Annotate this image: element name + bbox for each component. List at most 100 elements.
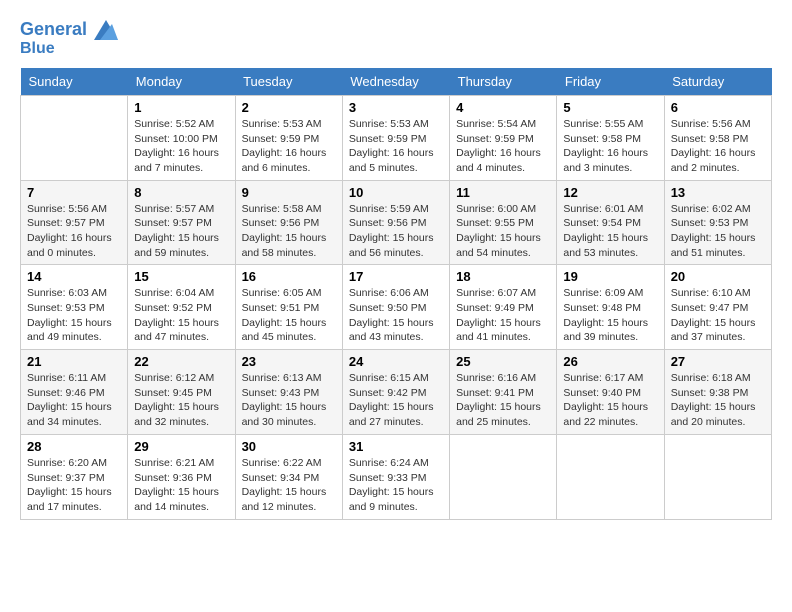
logo-blue: Blue: [20, 40, 118, 58]
calendar-cell: 27Sunrise: 6:18 AM Sunset: 9:38 PM Dayli…: [664, 350, 771, 435]
calendar-cell: 2 Sunrise: 5:53 AM Sunset: 9:59 PM Daylig…: [235, 95, 342, 180]
header-wednesday: Wednesday: [342, 68, 449, 96]
header-friday: Friday: [557, 68, 664, 96]
header-row: SundayMondayTuesdayWednesdayThursdayFrid…: [21, 68, 772, 96]
day-info: Sunrise: 6:17 AM Sunset: 9:40 PM Dayligh…: [563, 371, 657, 430]
day-info: Sunrise: 5:52 AM Sunset: 10:00 PM Daylig…: [134, 117, 228, 176]
day-number: 4: [456, 100, 550, 115]
day-number: 12: [563, 185, 657, 200]
day-number: 8: [134, 185, 228, 200]
calendar-cell: 15Sunrise: 6:04 AM Sunset: 9:52 PM Dayli…: [128, 265, 235, 350]
day-number: 14: [27, 269, 121, 284]
day-number: 9: [242, 185, 336, 200]
calendar-cell: 11 Sunrise: 6:00 AM Sunset: 9:55 PM Dayli…: [450, 180, 557, 265]
day-number: 28: [27, 439, 121, 454]
calendar-cell: 9 Sunrise: 5:58 AM Sunset: 9:56 PM Daylig…: [235, 180, 342, 265]
day-number: 19: [563, 269, 657, 284]
day-number: 31: [349, 439, 443, 454]
day-info: Sunrise: 6:15 AM Sunset: 9:42 PM Dayligh…: [349, 371, 443, 430]
day-info: Sunrise: 6:12 AM Sunset: 9:45 PM Dayligh…: [134, 371, 228, 430]
day-info: Sunrise: 6:16 AM Sunset: 9:41 PM Dayligh…: [456, 371, 550, 430]
calendar-cell: 31Sunrise: 6:24 AM Sunset: 9:33 PM Dayli…: [342, 434, 449, 519]
day-info: Sunrise: 5:55 AM Sunset: 9:58 PM Dayligh…: [563, 117, 657, 176]
calendar-cell: 26 Sunrise: 6:17 AM Sunset: 9:40 PM Dayli…: [557, 350, 664, 435]
day-info: Sunrise: 5:56 AM Sunset: 9:57 PM Dayligh…: [27, 202, 121, 261]
calendar-cell: [664, 434, 771, 519]
day-number: 7: [27, 185, 121, 200]
day-number: 21: [27, 354, 121, 369]
header-thursday: Thursday: [450, 68, 557, 96]
day-number: 5: [563, 100, 657, 115]
calendar-cell: 20 Sunrise: 6:10 AM Sunset: 9:47 PM Dayli…: [664, 265, 771, 350]
calendar-cell: 3 Sunrise: 5:53 AM Sunset: 9:59 PM Daylig…: [342, 95, 449, 180]
calendar-cell: 18Sunrise: 6:07 AM Sunset: 9:49 PM Dayli…: [450, 265, 557, 350]
day-number: 3: [349, 100, 443, 115]
calendar-table: SundayMondayTuesdayWednesdayThursdayFrid…: [20, 68, 772, 520]
header-sunday: Sunday: [21, 68, 128, 96]
week-row-1: 1 Sunrise: 5:52 AM Sunset: 10:00 PM Dayli…: [21, 95, 772, 180]
calendar-cell: 6 Sunrise: 5:56 AM Sunset: 9:58 PM Daylig…: [664, 95, 771, 180]
week-row-3: 14 Sunrise: 6:03 AM Sunset: 9:53 PM Dayli…: [21, 265, 772, 350]
day-number: 13: [671, 185, 765, 200]
day-info: Sunrise: 6:10 AM Sunset: 9:47 PM Dayligh…: [671, 286, 765, 345]
calendar-cell: 8 Sunrise: 5:57 AM Sunset: 9:57 PM Daylig…: [128, 180, 235, 265]
day-info: Sunrise: 6:02 AM Sunset: 9:53 PM Dayligh…: [671, 202, 765, 261]
day-info: Sunrise: 5:59 AM Sunset: 9:56 PM Dayligh…: [349, 202, 443, 261]
calendar-cell: 7 Sunrise: 5:56 AM Sunset: 9:57 PM Daylig…: [21, 180, 128, 265]
day-number: 30: [242, 439, 336, 454]
calendar-cell: 1 Sunrise: 5:52 AM Sunset: 10:00 PM Dayli…: [128, 95, 235, 180]
calendar-cell: 30 Sunrise: 6:22 AM Sunset: 9:34 PM Dayli…: [235, 434, 342, 519]
day-info: Sunrise: 6:04 AM Sunset: 9:52 PM Dayligh…: [134, 286, 228, 345]
day-number: 17: [349, 269, 443, 284]
day-info: Sunrise: 6:21 AM Sunset: 9:36 PM Dayligh…: [134, 456, 228, 515]
calendar-cell: 10 Sunrise: 5:59 AM Sunset: 9:56 PM Dayli…: [342, 180, 449, 265]
calendar-cell: [557, 434, 664, 519]
day-info: Sunrise: 5:54 AM Sunset: 9:59 PM Dayligh…: [456, 117, 550, 176]
calendar-cell: [21, 95, 128, 180]
day-number: 2: [242, 100, 336, 115]
day-number: 23: [242, 354, 336, 369]
week-row-5: 28Sunrise: 6:20 AM Sunset: 9:37 PM Dayli…: [21, 434, 772, 519]
day-number: 22: [134, 354, 228, 369]
calendar-cell: 23Sunrise: 6:13 AM Sunset: 9:43 PM Dayli…: [235, 350, 342, 435]
day-info: Sunrise: 6:18 AM Sunset: 9:38 PM Dayligh…: [671, 371, 765, 430]
calendar-cell: 14 Sunrise: 6:03 AM Sunset: 9:53 PM Dayli…: [21, 265, 128, 350]
calendar-cell: 29 Sunrise: 6:21 AM Sunset: 9:36 PM Dayli…: [128, 434, 235, 519]
day-info: Sunrise: 5:57 AM Sunset: 9:57 PM Dayligh…: [134, 202, 228, 261]
day-info: Sunrise: 5:53 AM Sunset: 9:59 PM Dayligh…: [349, 117, 443, 176]
day-number: 16: [242, 269, 336, 284]
calendar-cell: 21Sunrise: 6:11 AM Sunset: 9:46 PM Dayli…: [21, 350, 128, 435]
day-number: 26: [563, 354, 657, 369]
calendar-cell: 25 Sunrise: 6:16 AM Sunset: 9:41 PM Dayli…: [450, 350, 557, 435]
header-monday: Monday: [128, 68, 235, 96]
header-saturday: Saturday: [664, 68, 771, 96]
day-number: 10: [349, 185, 443, 200]
logo-text: General: [20, 20, 118, 40]
day-info: Sunrise: 5:53 AM Sunset: 9:59 PM Dayligh…: [242, 117, 336, 176]
calendar-cell: 19 Sunrise: 6:09 AM Sunset: 9:48 PM Dayli…: [557, 265, 664, 350]
day-info: Sunrise: 6:22 AM Sunset: 9:34 PM Dayligh…: [242, 456, 336, 515]
logo: General Blue: [20, 20, 118, 58]
day-info: Sunrise: 5:58 AM Sunset: 9:56 PM Dayligh…: [242, 202, 336, 261]
day-info: Sunrise: 6:09 AM Sunset: 9:48 PM Dayligh…: [563, 286, 657, 345]
day-info: Sunrise: 6:07 AM Sunset: 9:49 PM Dayligh…: [456, 286, 550, 345]
calendar-cell: 16 Sunrise: 6:05 AM Sunset: 9:51 PM Dayli…: [235, 265, 342, 350]
day-number: 25: [456, 354, 550, 369]
logo-icon: [94, 20, 118, 40]
day-info: Sunrise: 5:56 AM Sunset: 9:58 PM Dayligh…: [671, 117, 765, 176]
header-tuesday: Tuesday: [235, 68, 342, 96]
page-header: General Blue: [20, 20, 772, 58]
day-number: 1: [134, 100, 228, 115]
day-number: 29: [134, 439, 228, 454]
day-number: 11: [456, 185, 550, 200]
day-info: Sunrise: 6:05 AM Sunset: 9:51 PM Dayligh…: [242, 286, 336, 345]
day-number: 6: [671, 100, 765, 115]
calendar-cell: 22 Sunrise: 6:12 AM Sunset: 9:45 PM Dayli…: [128, 350, 235, 435]
day-info: Sunrise: 6:00 AM Sunset: 9:55 PM Dayligh…: [456, 202, 550, 261]
day-info: Sunrise: 6:03 AM Sunset: 9:53 PM Dayligh…: [27, 286, 121, 345]
calendar-cell: 28Sunrise: 6:20 AM Sunset: 9:37 PM Dayli…: [21, 434, 128, 519]
calendar-cell: 24Sunrise: 6:15 AM Sunset: 9:42 PM Dayli…: [342, 350, 449, 435]
day-number: 20: [671, 269, 765, 284]
calendar-cell: 5 Sunrise: 5:55 AM Sunset: 9:58 PM Daylig…: [557, 95, 664, 180]
calendar-cell: [450, 434, 557, 519]
